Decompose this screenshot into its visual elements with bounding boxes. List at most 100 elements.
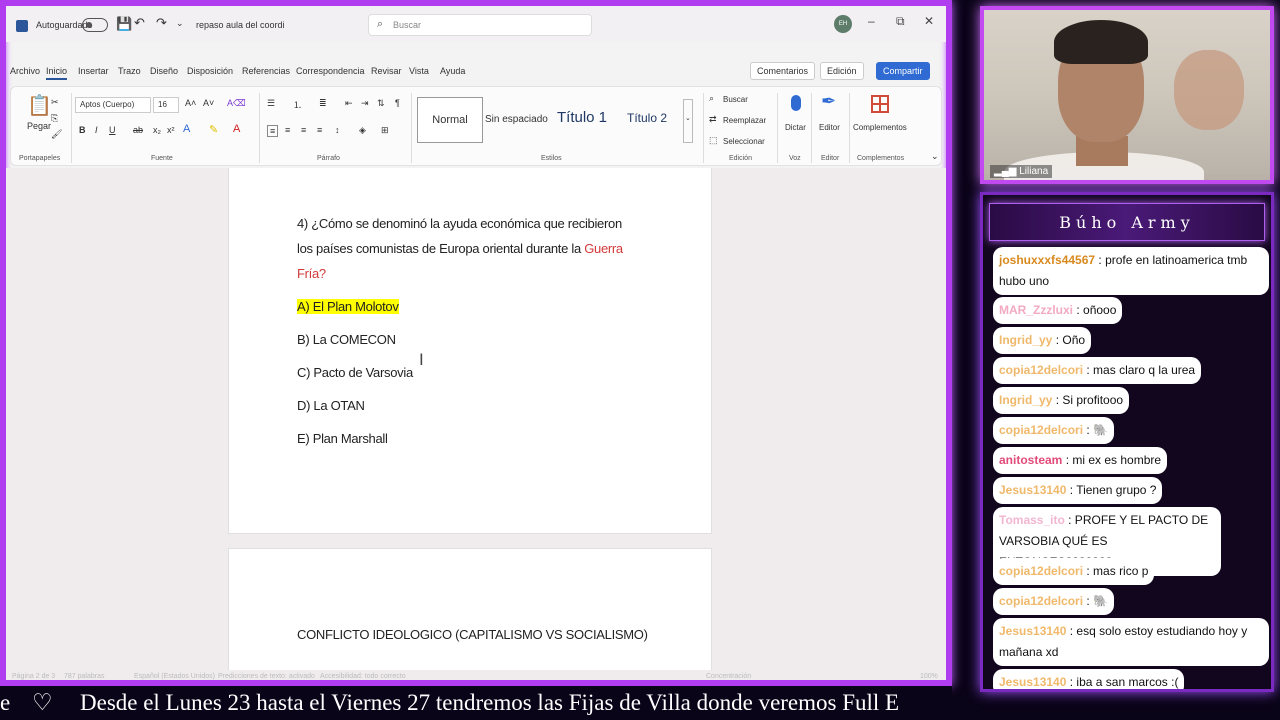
microphone-icon[interactable] [791,95,801,111]
numbering-icon[interactable]: ⒈ [293,98,302,111]
undo-icon[interactable]: ↶ [134,15,145,31]
copy-icon[interactable]: ⎘ [51,113,58,124]
webcam-person [1174,50,1244,130]
answer-option-b: B) La COMECON [297,332,396,347]
minimize-icon[interactable]: – [868,14,875,28]
question-text-red: Guerra [584,241,623,256]
menu-bar: Archivo Inicio Insertar Trazo Diseño Dis… [6,62,946,84]
borders-icon[interactable]: ⊞ [381,125,389,136]
comments-button[interactable]: Comentarios [750,62,816,80]
avatar[interactable]: EH [834,15,852,33]
collapse-ribbon-icon[interactable]: ⌄ [931,151,939,162]
shrink-font-icon[interactable]: A˅ [203,98,214,108]
tab-ayuda[interactable]: Ayuda [440,66,465,76]
chat-message: anitosteam : mi ex es hombre [993,447,1168,474]
dictate-button[interactable]: Dictar [785,123,806,132]
chat-text: : mi ex es hombre [1065,453,1162,467]
font-color-icon[interactable]: A [233,123,240,135]
tab-archivo[interactable]: Archivo [10,66,40,76]
document-title[interactable]: repaso aula del coordi [196,20,285,30]
chat-message: MAR_Zzzluxi : oñooo [993,297,1123,324]
line-spacing-icon[interactable]: ↕ [335,125,340,135]
style-heading2[interactable]: Título 2 [627,111,667,125]
styles-scroll-icon[interactable]: ⌄ [683,99,693,143]
multilevel-list-icon[interactable]: ≣ [319,98,327,109]
text-effects-icon[interactable]: A [183,123,190,135]
superscript-icon[interactable]: x² [167,125,175,135]
maximize-icon[interactable]: ⧉ [896,14,905,29]
sort-icon[interactable]: ⇅ [377,98,385,109]
editing-mode-button[interactable]: Edición [820,62,864,80]
status-zoom[interactable]: 100% [920,673,938,680]
style-heading1[interactable]: Título 1 [557,109,607,126]
show-marks-icon[interactable]: ¶ [395,98,400,108]
chat-username: anitosteam [999,453,1063,467]
redo-icon[interactable]: ↷ [156,15,167,31]
bold-icon[interactable]: B [79,125,86,135]
align-right-icon[interactable]: ≡ [301,125,306,135]
answer-option-c: C) Pacto de Varsovia [297,365,413,380]
chat-text: : Si profitooo [1055,393,1124,407]
font-name-combo[interactable]: Aptos (Cuerpo) [75,97,151,113]
clear-format-icon[interactable]: A⌫ [227,98,246,109]
tab-inicio[interactable]: Inicio [46,66,68,80]
addins-grid-icon[interactable] [871,95,889,113]
highlight-icon[interactable]: ✎ [209,123,218,136]
shading-icon[interactable]: ◈ [359,125,366,136]
save-icon[interactable]: 💾 [116,16,132,32]
increase-indent-icon[interactable]: ⇥ [361,98,369,109]
underline-icon[interactable]: U [109,125,116,135]
subscript-icon[interactable]: x₂ [153,125,161,135]
replace-icon[interactable]: ⇄ [709,114,717,125]
italic-icon[interactable]: I [95,125,98,135]
tab-trazo[interactable]: Trazo [118,66,141,76]
document-page[interactable]: CONFLICTO IDEOLOGICO (CAPITALISMO VS SOC… [228,548,712,680]
decrease-indent-icon[interactable]: ⇤ [345,98,353,109]
style-normal[interactable]: Normal [417,97,483,143]
group-paragraph: Párrafo [317,155,340,162]
quick-access-more-icon[interactable]: ⌄ [176,18,184,29]
search-box[interactable]: ⌕ Buscar [368,14,592,36]
tab-insertar[interactable]: Insertar [78,66,109,76]
chat-message: copia12delcori : mas claro q la urea [993,357,1202,384]
tab-diseno[interactable]: Diseño [150,66,178,76]
paste-button[interactable]: Pegar [27,121,51,131]
status-focus[interactable]: Concentración [706,673,751,680]
chat-message: copia12delcori : mas rico p [993,558,1155,585]
strikethrough-icon[interactable]: ab [133,125,143,135]
align-left-icon[interactable]: ≡ [267,125,279,137]
group-clipboard: Portapapeles [19,155,61,162]
find-icon[interactable]: ⌕ [709,93,714,104]
grow-font-icon[interactable]: A˄ [185,98,196,108]
tab-revisar[interactable]: Revisar [371,66,402,76]
tab-vista[interactable]: Vista [409,66,429,76]
tab-referencias[interactable]: Referencias [242,66,290,76]
document-page[interactable]: 4) ¿Cómo se denominó la ayuda económica … [228,168,712,534]
autosave-toggle[interactable] [82,18,108,32]
chat-username: Jesus13140 [999,675,1067,689]
share-button[interactable]: Compartir [876,62,930,80]
chat-username: Jesus13140 [999,624,1067,638]
editor-button[interactable]: Editor [819,123,840,132]
editor-pen-icon[interactable]: ✒ [821,91,836,112]
format-painter-icon[interactable]: 🖌 [51,129,62,140]
paste-icon[interactable]: 📋 [27,93,52,118]
find-button[interactable]: Buscar [723,95,748,104]
group-editor: Editor [821,155,840,162]
align-center-icon[interactable]: ≡ [285,125,290,135]
addins-button[interactable]: Complementos [853,123,907,132]
close-icon[interactable]: ✕ [924,14,934,28]
style-no-spacing[interactable]: Sin espaciado [485,114,548,125]
chat-username: Ingrid_yy [999,393,1053,407]
tab-correspondencia[interactable]: Correspondencia [296,66,365,76]
font-size-combo[interactable]: 16 [153,97,179,113]
ribbon-separator [811,93,812,163]
tab-disposicion[interactable]: Disposición [187,66,233,76]
replace-button[interactable]: Reemplazar [723,116,766,125]
cut-icon[interactable]: ✂ [51,97,59,108]
chat-text: : iba a san marcos :( [1069,675,1179,689]
bullets-icon[interactable]: ☰ [267,98,275,109]
justify-icon[interactable]: ≡ [317,125,322,135]
select-button[interactable]: Seleccionar [723,137,765,146]
select-icon[interactable]: ⬚ [709,135,718,146]
